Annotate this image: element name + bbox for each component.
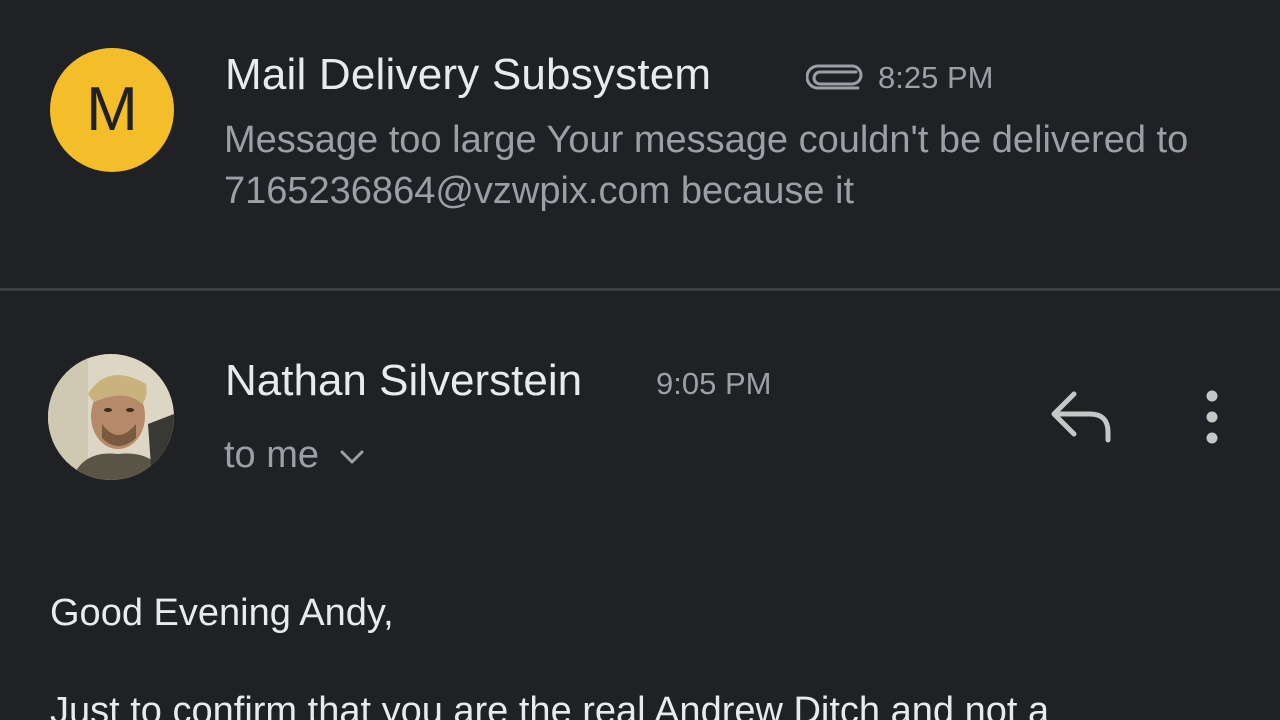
reply-icon bbox=[1051, 391, 1111, 443]
avatar-image bbox=[48, 354, 174, 480]
collapsed-message[interactable]: M Mail Delivery Subsystem 8:25 PM Messag… bbox=[0, 0, 1280, 290]
message-divider bbox=[0, 288, 1280, 291]
paperclip-icon bbox=[806, 64, 863, 90]
sender-name: Nathan Silverstein bbox=[225, 356, 583, 405]
chevron-down-icon bbox=[340, 450, 364, 464]
sender-avatar-photo[interactable] bbox=[48, 354, 174, 480]
sender-avatar[interactable]: M bbox=[50, 48, 174, 172]
message-time: 8:25 PM bbox=[878, 60, 994, 95]
message-time: 9:05 PM bbox=[656, 366, 772, 401]
email-thread-view: M Mail Delivery Subsystem 8:25 PM Messag… bbox=[0, 0, 1280, 720]
more-vert-icon bbox=[1206, 390, 1218, 444]
recipients-toggle[interactable]: to me bbox=[224, 430, 369, 480]
message-body-line: Just to confirm that you are the real An… bbox=[50, 690, 1050, 720]
more-options-button[interactable] bbox=[1190, 384, 1234, 450]
recipients-label: to me bbox=[224, 433, 320, 476]
message-body-greeting: Good Evening Andy, bbox=[50, 592, 394, 634]
reply-button[interactable] bbox=[1046, 384, 1118, 450]
sender-name: Mail Delivery Subsystem bbox=[225, 50, 712, 99]
message-snippet: Message too large Your message couldn't … bbox=[224, 119, 1189, 212]
